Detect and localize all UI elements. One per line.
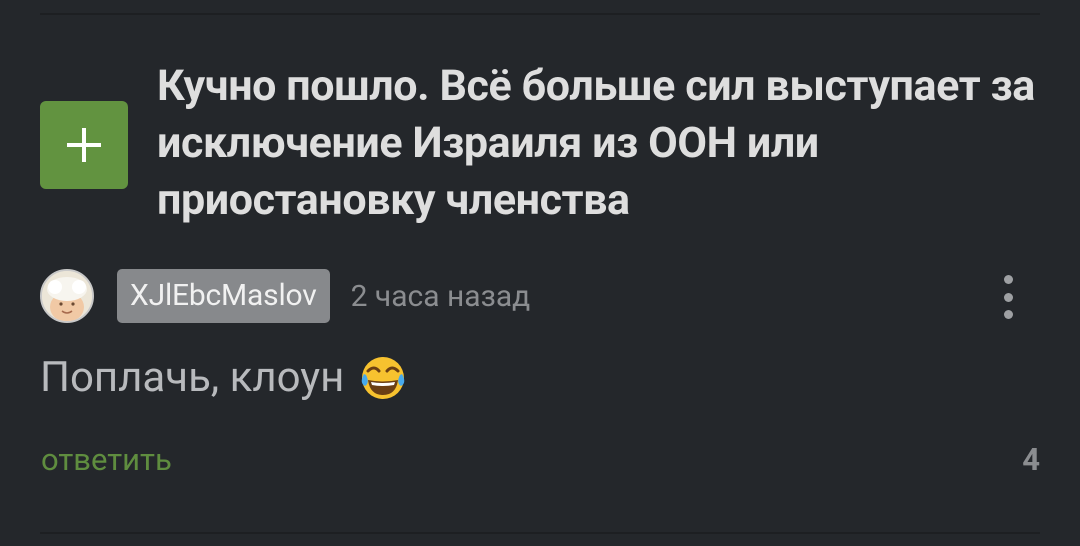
top-divider [40, 13, 1040, 15]
more-dot [1003, 292, 1013, 302]
more-dot [1003, 310, 1013, 319]
more-options-icon[interactable] [998, 275, 1018, 319]
plus-icon [67, 127, 101, 162]
face-with-tears-of-joy-icon [362, 357, 405, 399]
expand-story-button[interactable] [40, 100, 128, 189]
username-badge[interactable]: XJlEbcMaslov [117, 269, 330, 323]
avatar[interactable] [40, 269, 94, 323]
story-title[interactable]: Кучно пошло. Всё больше сил выступает за… [157, 58, 1037, 229]
comment-rating: 4 [1022, 441, 1040, 478]
bottom-divider [40, 532, 1040, 534]
comment-header: XJlEbcMaslov 2 часа назад [40, 267, 1040, 325]
comment-time: 2 часа назад [350, 278, 531, 314]
comment-text: Поплачь, клоун [40, 353, 345, 402]
reply-link[interactable]: ответить [41, 440, 172, 480]
user-avatar-icon [42, 271, 92, 321]
more-dot [1003, 275, 1013, 284]
comment-card: Кучно пошло. Всё больше сил выступает за… [0, 0, 1080, 546]
story-header: Кучно пошло. Всё больше сил выступает за… [40, 58, 1040, 229]
comment-body: Поплачь, клоун [40, 348, 408, 408]
